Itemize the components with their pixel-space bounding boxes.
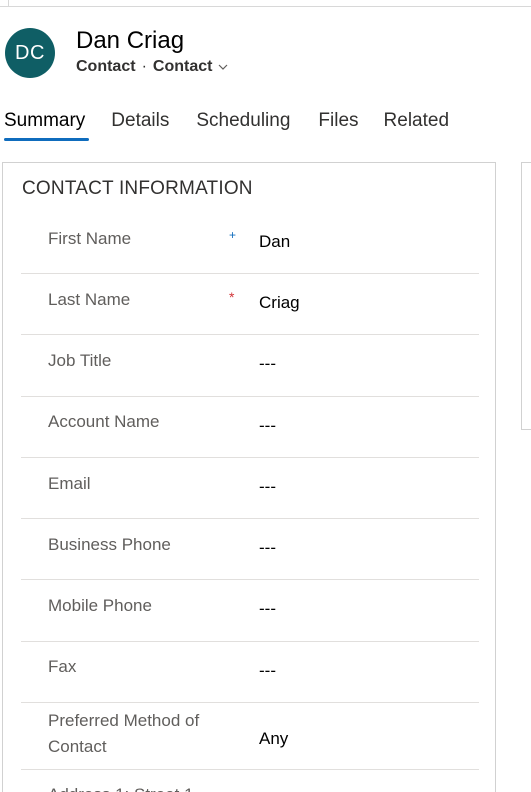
field-label: Job Title [48, 351, 112, 370]
field-fax[interactable]: Fax --- [21, 642, 479, 703]
field-value[interactable]: --- [259, 538, 276, 558]
field-value[interactable]: --- [259, 416, 276, 436]
field-value[interactable]: --- [259, 599, 276, 619]
tab-label: Related [383, 110, 450, 131]
tab-list: Summary Details Scheduling Files Related [0, 108, 453, 148]
contact-information-card: CONTACT INFORMATION First Name + Dan Las… [2, 162, 496, 792]
field-preferred-method-of-contact[interactable]: Preferred Method of Contact Any [21, 703, 479, 770]
tab-related[interactable]: Related [380, 108, 454, 144]
field-account-name[interactable]: Account Name --- [21, 397, 479, 458]
field-label: Address 1: Street 1 [48, 782, 194, 792]
field-value[interactable]: --- [259, 661, 276, 681]
avatar: DC [5, 28, 55, 78]
field-label: Last Name [48, 290, 131, 309]
recommended-marker: + [229, 228, 237, 242]
tab-summary[interactable]: Summary [0, 108, 90, 144]
tab-label: Scheduling [196, 110, 291, 131]
secondary-card [521, 162, 531, 430]
field-value[interactable]: Dan [259, 232, 290, 252]
field-last-name[interactable]: Last Name * Criag [21, 274, 479, 335]
field-label: First Name [48, 229, 132, 248]
subtitle-separator: · [141, 58, 147, 75]
field-value[interactable]: --- [259, 477, 276, 497]
field-label: Fax [48, 657, 77, 676]
form-selector[interactable]: Contact [153, 58, 229, 76]
field-value[interactable]: --- [259, 354, 276, 374]
field-first-name[interactable]: First Name + Dan [21, 213, 479, 274]
record-subtitle: Contact · Contact [76, 58, 228, 76]
field-label: Mobile Phone [48, 596, 152, 615]
form-name: Contact [152, 58, 213, 75]
field-value[interactable]: Criag [259, 293, 300, 313]
field-label: Email [48, 474, 91, 493]
tab-label: Summary [4, 110, 86, 131]
entity-name: Contact [76, 58, 136, 75]
field-label: Preferred Method of Contact [48, 711, 200, 756]
field-label: Account Name [48, 412, 160, 431]
required-marker: * [229, 289, 235, 305]
tab-scheduling[interactable]: Scheduling [192, 108, 294, 144]
tab-files[interactable]: Files [314, 108, 362, 144]
record-title: Dan Criag [76, 27, 185, 54]
field-mobile-phone[interactable]: Mobile Phone --- [21, 580, 479, 642]
top-divider [0, 6, 531, 7]
field-email[interactable]: Email --- [21, 458, 479, 519]
tab-label: Details [111, 110, 170, 131]
tab-details[interactable]: Details [107, 108, 173, 144]
tab-label: Files [318, 110, 359, 131]
chevron-down-icon [219, 64, 228, 70]
field-business-phone[interactable]: Business Phone --- [21, 519, 479, 580]
section-title: CONTACT INFORMATION [22, 178, 253, 199]
field-address-street-1[interactable]: Address 1: Street 1 [21, 770, 479, 792]
field-label: Business Phone [48, 535, 171, 554]
field-job-title[interactable]: Job Title --- [21, 335, 479, 397]
field-value[interactable]: Any [259, 729, 288, 749]
active-tab-indicator [4, 138, 90, 141]
